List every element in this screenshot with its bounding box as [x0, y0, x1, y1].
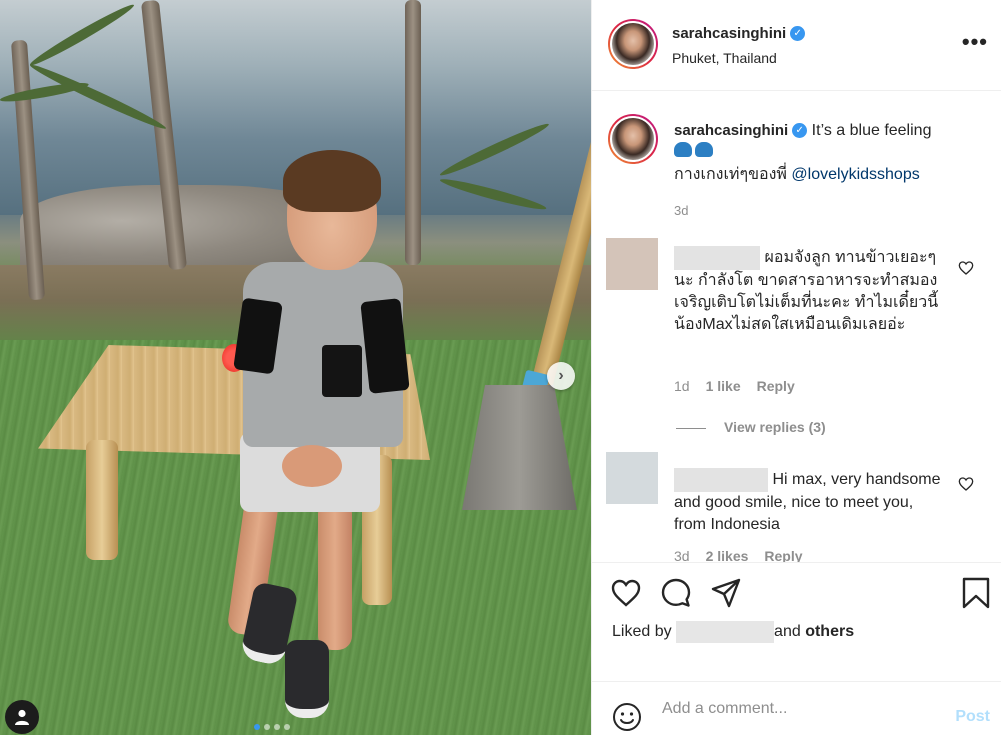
liked-by-others-link[interactable]: others: [805, 623, 854, 640]
comment-like-icon[interactable]: [958, 476, 974, 492]
like-heart-icon[interactable]: [610, 577, 642, 609]
commenter-avatar[interactable]: [606, 238, 658, 290]
comment-like-icon[interactable]: [958, 260, 974, 276]
post-photo[interactable]: ›: [0, 0, 591, 735]
palm-trunk: [405, 0, 421, 265]
carousel-dot: [284, 724, 290, 730]
commenter-username-redacted[interactable]: [674, 468, 768, 492]
author-name-row: sarahcasinghini ✓: [672, 25, 806, 43]
comment-body: ผอมจังลูก ทานข้าวเยอะๆนะ กำลังโต ขาดสารอ…: [674, 246, 944, 336]
carousel-dot: [264, 724, 270, 730]
liked-by-summary: Liked by and others: [612, 621, 854, 643]
caption-time[interactable]: 3d: [674, 203, 688, 218]
caption-username[interactable]: sarahcasinghini: [674, 122, 788, 139]
carousel-dot: [254, 724, 260, 730]
caption-thai-text: กางเกงเท่ๆของพี่: [674, 166, 792, 183]
add-comment-input[interactable]: [662, 696, 932, 722]
view-replies-button[interactable]: View replies (3): [676, 419, 826, 435]
author-username[interactable]: sarahcasinghini: [672, 25, 786, 42]
comment-meta: 1d 1 like Reply: [674, 378, 795, 394]
shirt-pocket: [322, 345, 362, 397]
post-caption: sarahcasinghini ✓ It’s a blue feeling กาง…: [674, 120, 974, 186]
carousel-next-button[interactable]: ›: [547, 362, 575, 390]
post-actions: Liked by and others: [592, 562, 1001, 682]
caption-avatar[interactable]: [608, 114, 658, 164]
user-tag-button[interactable]: [5, 700, 39, 734]
carousel-dot: [274, 724, 280, 730]
wave-emoji-icon: [674, 142, 713, 157]
child-hands: [282, 445, 342, 487]
post-header: sarahcasinghini ✓ Phuket, Thailand •••: [592, 0, 1001, 91]
child-leg: [318, 500, 352, 650]
commenter-avatar[interactable]: [606, 452, 658, 504]
comment-reply-button[interactable]: Reply: [757, 378, 795, 394]
post-side-panel: sarahcasinghini ✓ Phuket, Thailand ••• sa…: [591, 0, 1001, 735]
liked-by-suffix: and: [774, 623, 801, 641]
child-hair: [283, 150, 381, 212]
more-options-icon[interactable]: •••: [962, 31, 988, 53]
user-tag-icon: [15, 709, 29, 725]
carousel-dots: [254, 724, 290, 730]
share-send-icon[interactable]: [710, 577, 742, 609]
verified-icon: ✓: [792, 123, 808, 139]
caption-text: It’s a blue feeling: [811, 122, 932, 139]
verified-icon: ✓: [790, 26, 806, 42]
post-location[interactable]: Phuket, Thailand: [672, 50, 777, 66]
chevron-right-icon: ›: [558, 367, 564, 384]
sneaker: [285, 640, 329, 718]
post-comment-button[interactable]: Post: [955, 708, 990, 726]
comment-body: Hi max, very handsome and good smile, ni…: [674, 468, 944, 536]
emoji-smiley-icon[interactable]: [612, 702, 642, 732]
save-bookmark-icon[interactable]: [960, 577, 992, 609]
comment-time[interactable]: 1d: [674, 378, 690, 394]
liked-by-user-redacted[interactable]: [676, 621, 775, 643]
comment-composer: Post: [592, 681, 1001, 735]
comment-bubble-icon[interactable]: [660, 577, 692, 609]
author-avatar[interactable]: [608, 19, 658, 69]
comment-likes[interactable]: 1 like: [706, 378, 741, 394]
liked-by-prefix: Liked by: [612, 623, 672, 641]
commenter-username-redacted[interactable]: [674, 246, 760, 270]
bench-leg: [86, 440, 118, 560]
caption-mention-link[interactable]: @lovelykidsshops: [791, 166, 919, 183]
